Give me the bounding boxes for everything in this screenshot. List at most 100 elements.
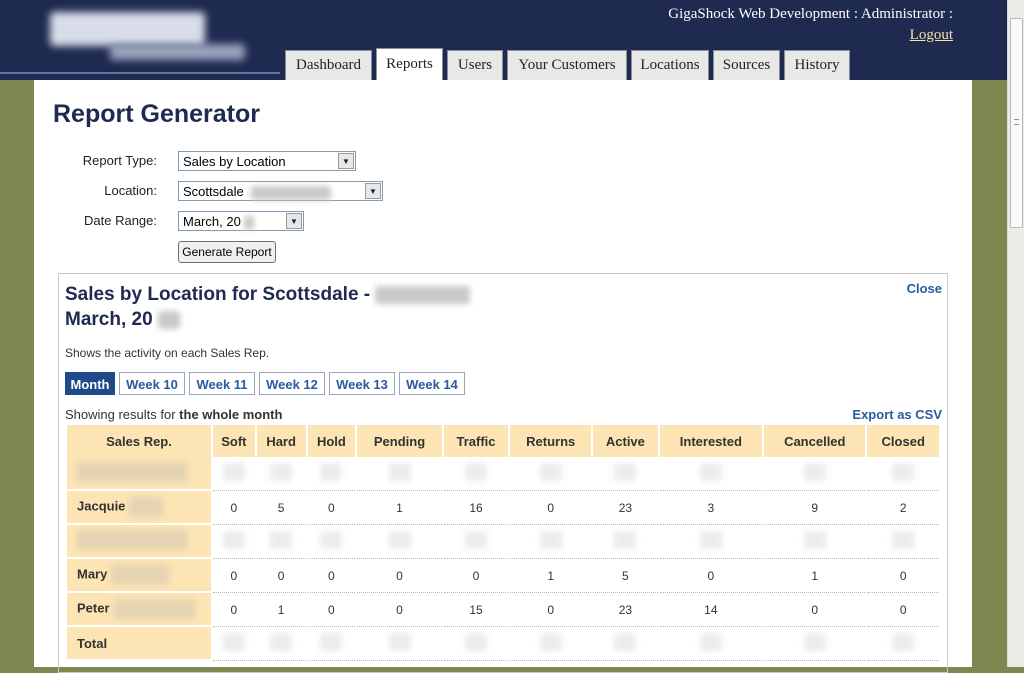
sales-rep-name-cell: Total — [67, 627, 211, 661]
table-cell — [867, 627, 939, 661]
table-cell — [357, 457, 442, 491]
tab-your-customers[interactable]: Your Customers — [507, 50, 627, 80]
period-tab-week-13[interactable]: Week 13 — [329, 372, 395, 395]
logout-link[interactable]: Logout — [910, 27, 953, 44]
period-tab-week-14[interactable]: Week 14 — [399, 372, 465, 395]
report-title-line1: Sales by Location for Scottsdale - — [65, 284, 371, 305]
redacted-value — [892, 633, 915, 651]
column-header-traffic[interactable]: Traffic — [443, 425, 509, 457]
tab-reports[interactable]: Reports — [376, 48, 443, 80]
column-header-cancelled[interactable]: Cancelled — [764, 425, 866, 457]
export-csv-link[interactable]: Export as CSV — [852, 407, 942, 422]
table-cell — [357, 525, 442, 559]
redacted-name — [77, 461, 187, 482]
redacted-surname — [113, 599, 196, 619]
column-header-closed[interactable]: Closed — [867, 425, 939, 457]
date-range-select[interactable]: March, 20 ▼ — [178, 211, 304, 231]
tab-locations[interactable]: Locations — [631, 50, 709, 80]
chevron-down-icon[interactable]: ▼ — [338, 153, 354, 169]
chevron-down-icon[interactable]: ▼ — [286, 213, 302, 229]
redacted-value — [270, 633, 293, 651]
period-tab-week-10[interactable]: Week 10 — [119, 372, 185, 395]
vertical-scrollbar[interactable] — [1007, 0, 1024, 667]
report-panel: Sales by Location for Scottsdale - March… — [58, 273, 948, 673]
report-type-label: Report Type: — [82, 153, 157, 168]
redacted-value — [539, 463, 562, 481]
top-header-bar: GigaShock Web Development : Administrato… — [0, 0, 1007, 80]
sales-rep-name-cell: Jacquie — [67, 491, 211, 525]
redacted-value — [388, 633, 411, 651]
generate-report-button[interactable]: Generate Report — [178, 241, 276, 263]
results-scope-line: Showing results for the whole month — [65, 407, 282, 422]
table-row: Total — [67, 627, 939, 661]
table-cell: 0 — [357, 593, 442, 627]
column-header-interested[interactable]: Interested — [659, 425, 763, 457]
results-scope: the whole month — [179, 407, 283, 422]
table-cell: 16 — [443, 491, 509, 525]
table-cell — [867, 457, 939, 491]
redacted-location — [375, 285, 471, 304]
table-cell: 1 — [764, 559, 866, 593]
table-cell — [867, 525, 939, 559]
redacted-value — [320, 531, 343, 549]
account-name: GigaShock Web Development : Administrato… — [668, 6, 953, 22]
column-header-sales-rep[interactable]: Sales Rep. — [67, 425, 211, 457]
table-row — [67, 457, 939, 491]
column-header-pending[interactable]: Pending — [357, 425, 442, 457]
report-title-line2: March, 20 — [65, 309, 153, 330]
table-body: Jacquie 0 5 0 1 16 0 23 3 9 2 Mary 0 0 0 0 0 1 5 0 1 0 Peter 0 1… — [67, 457, 939, 661]
table-cell — [510, 457, 592, 491]
date-range-value: March, 20 — [183, 214, 241, 229]
redacted-value — [614, 633, 637, 651]
results-prefix: Showing results for — [65, 407, 180, 422]
date-range-label: Date Range: — [84, 213, 157, 228]
tab-sources[interactable]: Sources — [713, 50, 780, 80]
table-cell: 0 — [867, 593, 939, 627]
table-cell — [443, 525, 509, 559]
table-cell: 0 — [213, 593, 255, 627]
table-cell: 5 — [593, 559, 658, 593]
tab-users[interactable]: Users — [447, 50, 503, 80]
table-cell — [357, 627, 442, 661]
table-cell: 1 — [510, 559, 592, 593]
company-logo — [0, 0, 280, 74]
scrollbar-thumb[interactable] — [1010, 18, 1023, 228]
table-header-row: Sales Rep. Soft Hard Hold Pending Traffi… — [67, 425, 939, 457]
tab-dashboard[interactable]: Dashboard — [285, 50, 372, 80]
close-report-link[interactable]: Close — [907, 281, 942, 296]
table-cell: 5 — [256, 491, 306, 525]
table-cell — [510, 627, 592, 661]
table-cell — [256, 457, 306, 491]
redacted-value — [699, 531, 722, 549]
column-header-hold[interactable]: Hold — [307, 425, 356, 457]
column-header-active[interactable]: Active — [593, 425, 658, 457]
period-tab-week-12[interactable]: Week 12 — [259, 372, 325, 395]
tab-history[interactable]: History — [784, 50, 850, 80]
column-header-hard[interactable]: Hard — [256, 425, 306, 457]
table-cell — [764, 525, 866, 559]
chevron-down-icon[interactable]: ▼ — [365, 183, 381, 199]
table-cell: 0 — [213, 559, 255, 593]
sales-rep-name-cell: Peter — [67, 593, 211, 627]
main-content: Report Generator Report Type: Sales by L… — [34, 80, 972, 673]
table-cell — [593, 627, 658, 661]
table-cell — [307, 525, 356, 559]
table-cell — [213, 525, 255, 559]
table-row — [67, 525, 939, 559]
location-select[interactable]: Scottsdale ▼ — [178, 181, 383, 201]
sales-rep-name: Peter — [77, 600, 110, 616]
report-type-select[interactable]: Sales by Location ▼ — [178, 151, 356, 171]
column-header-returns[interactable]: Returns — [510, 425, 592, 457]
period-tab-month[interactable]: Month — [65, 372, 115, 395]
redacted-value — [803, 531, 826, 549]
table-cell: 0 — [510, 491, 592, 525]
table-cell — [307, 627, 356, 661]
table-cell: 1 — [256, 593, 306, 627]
table-cell: 0 — [867, 559, 939, 593]
redacted-value — [699, 633, 722, 651]
redacted-value — [892, 531, 915, 549]
table-cell — [659, 457, 763, 491]
column-header-soft[interactable]: Soft — [213, 425, 255, 457]
period-tab-week-11[interactable]: Week 11 — [189, 372, 255, 395]
table-cell: 0 — [307, 491, 356, 525]
